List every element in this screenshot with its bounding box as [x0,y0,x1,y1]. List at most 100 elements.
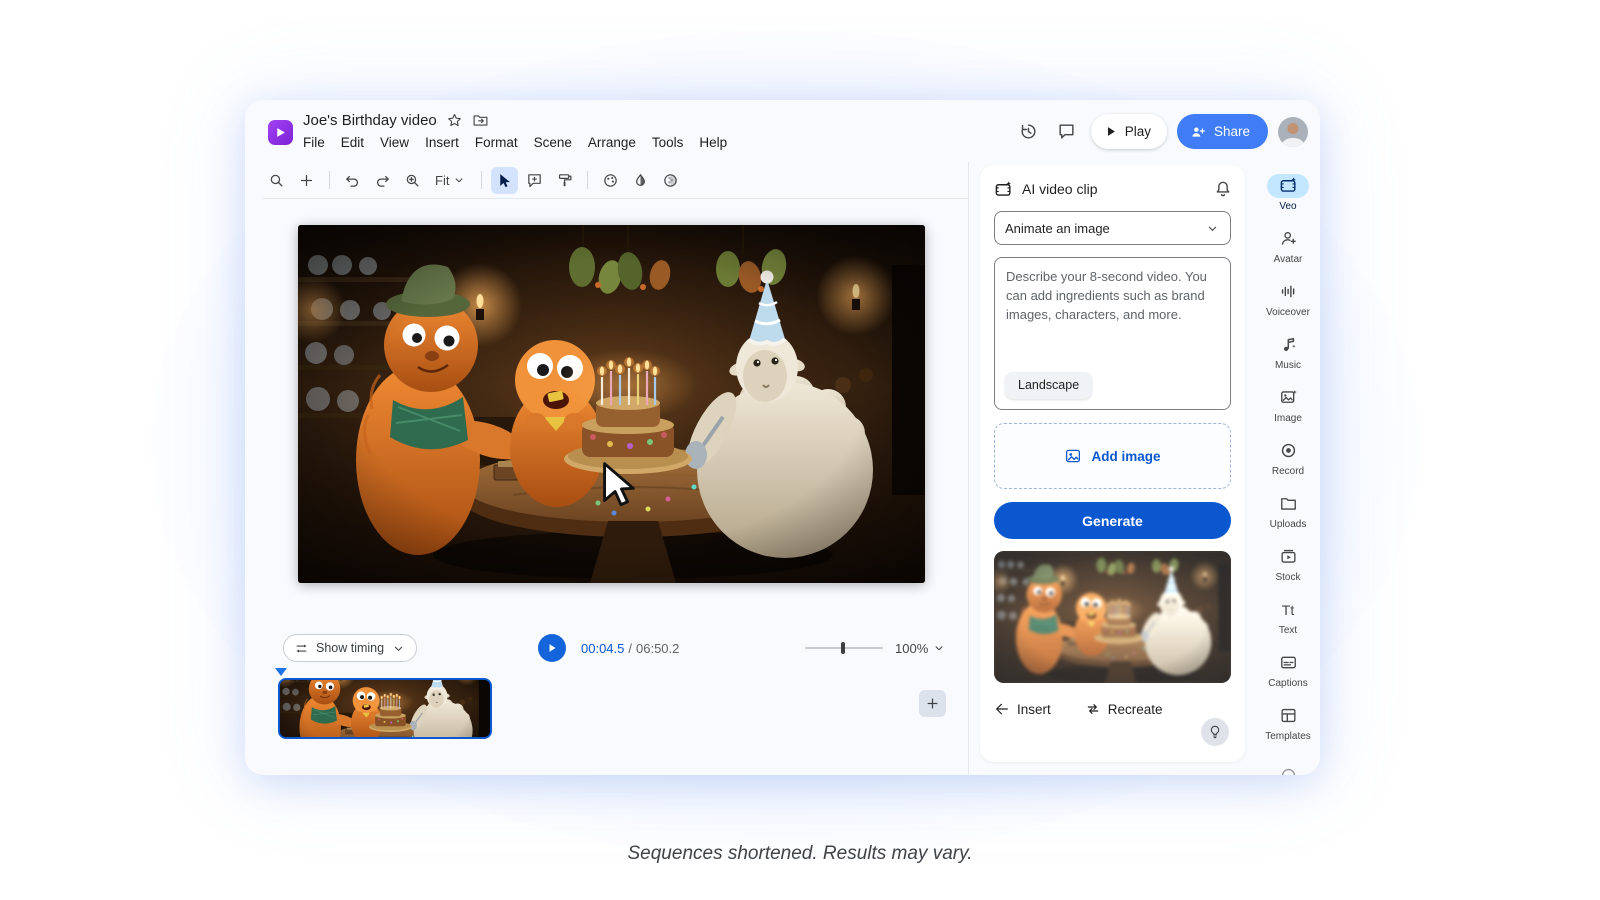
total-time: 06:50.2 [636,641,679,656]
editor-toolbar: Fit [263,162,968,199]
record-icon [1267,439,1309,463]
scene-thumbnail[interactable] [278,678,492,739]
zoom-slider[interactable] [805,647,883,649]
menu-view[interactable]: View [380,135,409,150]
panel-divider [968,162,969,775]
panel-title: AI video clip [1022,181,1097,197]
rail-more-icon[interactable] [1259,749,1317,775]
menu-bar: File Edit View Insert Format Scene Arran… [303,135,727,150]
captions-icon [1267,651,1309,675]
aspect-ratio-chip[interactable]: Landscape [1005,372,1092,399]
move-folder-icon[interactable] [472,112,489,129]
generate-button[interactable]: Generate [994,502,1231,539]
prompt-textarea[interactable]: Describe your 8-second video. You can ad… [994,257,1231,410]
generated-preview[interactable] [994,551,1231,683]
search-icon[interactable] [263,167,290,194]
paint-format-icon[interactable] [551,167,578,194]
arrow-left-icon [994,701,1010,717]
time-display: 00:04.5 / 06:50.2 [581,633,679,663]
rail-item-stock[interactable]: Stock [1259,537,1317,590]
show-timing-icon [294,641,309,656]
playback-controls: Show timing 00:04.5 / 06:50.2 100% [245,633,968,663]
folder-icon [1267,492,1309,516]
menu-format[interactable]: Format [475,135,518,150]
recreate-button[interactable]: Recreate [1081,701,1167,717]
toolbar-divider [587,171,588,189]
person-add-icon [1190,124,1206,140]
comments-icon[interactable] [1053,118,1081,146]
avatar-icon [1267,227,1309,251]
rail-item-voiceover[interactable]: Voiceover [1259,272,1317,325]
select-tool-icon[interactable] [491,167,518,194]
menu-help[interactable]: Help [699,135,727,150]
redo-icon[interactable] [369,167,396,194]
time-separator: / [628,641,632,656]
color-palette-icon[interactable] [597,167,624,194]
rail-item-music[interactable]: Music [1259,325,1317,378]
rail-item-templates[interactable]: Templates [1259,696,1317,749]
image-icon [1064,447,1082,465]
toolbar-divider [329,171,330,189]
veo-icon [1267,174,1309,198]
add-icon[interactable] [293,167,320,194]
vids-logo-icon[interactable] [268,120,293,145]
voiceover-icon [1267,280,1309,304]
ai-video-clip-panel: AI video clip Animate an image Describe … [980,165,1245,762]
toolbar-divider [481,171,482,189]
rail-item-uploads[interactable]: Uploads [1259,484,1317,537]
menu-edit[interactable]: Edit [341,135,364,150]
share-button[interactable]: Share [1177,114,1268,149]
mode-select[interactable]: Animate an image [994,211,1231,245]
zoom-slider-handle[interactable] [841,642,845,654]
video-frame-scene [298,225,925,583]
fit-zoom-dropdown[interactable]: Fit [429,167,472,194]
comment-add-icon[interactable] [521,167,548,194]
cursor-pointer-icon [598,461,640,511]
rail-item-avatar[interactable]: Avatar [1259,219,1317,272]
add-image-button[interactable]: Add image [994,423,1231,489]
rail-item-captions[interactable]: Captions [1259,643,1317,696]
menu-scene[interactable]: Scene [534,135,572,150]
rail-item-text[interactable]: Tt Text [1259,590,1317,643]
zoom-in-icon[interactable] [399,167,426,194]
transparency-icon[interactable] [657,167,684,194]
disclaimer-caption: Sequences shortened. Results may vary. [0,843,1600,865]
chevron-down-icon [932,641,946,655]
video-canvas[interactable] [298,225,925,583]
stock-media-icon [1267,545,1309,569]
menu-file[interactable]: File [303,135,325,150]
tips-lightbulb-button[interactable] [1201,718,1229,746]
lightbulb-icon [1207,724,1223,740]
version-history-icon[interactable] [1015,118,1043,146]
text-icon: Tt [1267,598,1309,622]
prompt-placeholder: Describe your 8-second video. You can ad… [1006,269,1207,322]
current-time: 00:04.5 [581,641,624,656]
chevron-down-icon [391,641,406,656]
account-avatar[interactable] [1278,117,1308,147]
play-icon [1103,124,1118,139]
templates-icon [1267,704,1309,728]
bell-icon[interactable] [1213,179,1233,199]
timeline-filmstrip [245,666,968,761]
rail-item-record[interactable]: Record [1259,431,1317,484]
preview-play-button[interactable] [538,634,566,662]
menu-arrange[interactable]: Arrange [588,135,636,150]
add-scene-button[interactable] [919,690,946,717]
zoom-level-dropdown[interactable]: 100% [895,633,946,663]
star-icon[interactable] [446,112,463,129]
document-title[interactable]: Joe's Birthday video [303,112,437,129]
insert-button[interactable]: Insert [990,701,1055,717]
menu-insert[interactable]: Insert [425,135,459,150]
recreate-icon [1085,701,1101,717]
playhead-marker[interactable] [275,668,287,676]
play-button[interactable]: Play [1091,114,1167,149]
color-fill-droplet-icon[interactable] [627,167,654,194]
show-timing-dropdown[interactable]: Show timing [283,634,417,662]
ai-clip-icon [994,180,1013,199]
undo-icon[interactable] [339,167,366,194]
app-window: Joe's Birthday video File Edit View Inse… [245,100,1320,775]
menu-tools[interactable]: Tools [652,135,684,150]
rail-item-image[interactable]: Image [1259,378,1317,431]
rail-item-veo[interactable]: Veo [1259,166,1317,219]
image-sparkle-icon [1267,386,1309,410]
